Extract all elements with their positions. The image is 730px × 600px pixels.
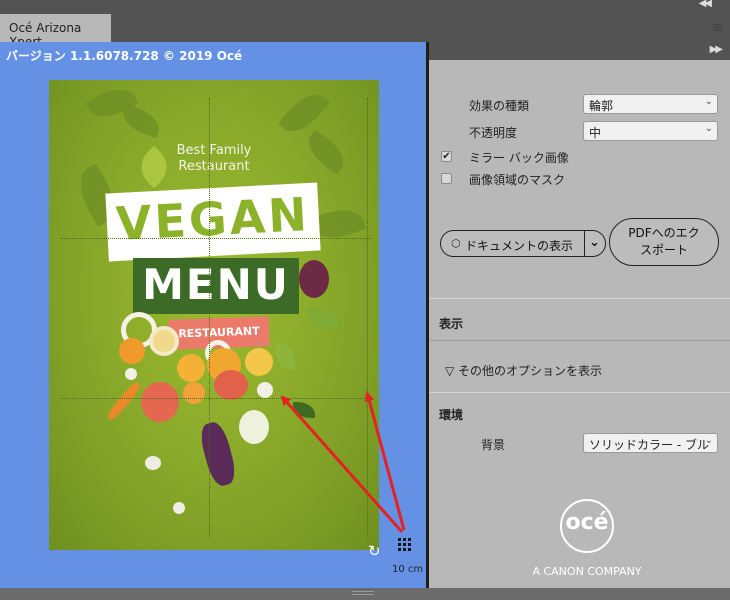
section-separator xyxy=(429,298,730,299)
double-chevron-right-icon[interactable]: ▶▶ xyxy=(710,44,723,55)
canon-company-tagline: A CANON COMPANY xyxy=(532,565,642,578)
window-top-bar: ◀◀ xyxy=(0,0,730,12)
section-separator xyxy=(429,392,730,393)
environment-section-title: 環境 xyxy=(439,408,464,422)
more-options-toggle[interactable]: ▽ その他のオプションを表示 xyxy=(445,362,602,379)
pdf-export-label-line2: スポート xyxy=(639,243,688,257)
preview-canvas[interactable]: バージョン 1.1.6078.728 © 2019 Océ Best Famil… xyxy=(0,42,426,588)
opacity-select[interactable]: 中 ⌄ xyxy=(583,121,718,141)
section-separator xyxy=(429,340,730,341)
tab-strip: Océ Arizona Xpert ≡ xyxy=(0,12,730,49)
oce-logo: océ xyxy=(560,499,614,553)
image-mask-label: 画像領域のマスク xyxy=(469,173,566,187)
opacity-value: 中 xyxy=(589,126,602,140)
show-document-label: ドキュメントの表示 xyxy=(465,239,574,253)
chevron-down-icon: ⌄ xyxy=(704,123,713,134)
effect-type-select[interactable]: 輪郭 ⌄ xyxy=(583,94,718,114)
pdf-export-label-line1: PDFへのエク xyxy=(628,226,700,240)
cube-icon: ⬡ xyxy=(451,237,461,250)
oce-logo-text: océ xyxy=(565,510,609,535)
hamburger-menu-icon[interactable]: ≡ xyxy=(711,18,724,36)
button-split xyxy=(584,231,585,256)
arrow-to-mushroom xyxy=(280,395,404,533)
tab-oce-arizona-xpert[interactable]: Océ Arizona Xpert xyxy=(0,14,111,49)
background-select[interactable]: ソリッドカラー - ブル ⌄ xyxy=(583,433,718,453)
effect-type-label: 効果の種類 xyxy=(469,99,530,113)
mirror-back-checkbox[interactable]: ✔ xyxy=(441,151,452,162)
effect-type-value: 輪郭 xyxy=(589,99,614,113)
status-bar xyxy=(0,588,730,600)
arrow-to-edge xyxy=(364,391,406,531)
opacity-label: 不透明度 xyxy=(469,126,518,140)
chevron-down-icon[interactable]: ⌄ xyxy=(589,235,600,250)
mirror-back-label: ミラー バック画像 xyxy=(469,151,569,165)
show-document-button[interactable]: ⬡ ドキュメントの表示 ⌄ xyxy=(440,230,606,257)
pdf-export-button[interactable]: PDFへのエク スポート xyxy=(609,218,719,266)
chevron-down-icon: ⌄ xyxy=(704,96,713,107)
annotation-arrows xyxy=(280,391,406,533)
display-section-title: 表示 xyxy=(439,317,464,331)
background-value: ソリッドカラー - ブル xyxy=(589,438,709,452)
resize-grip[interactable] xyxy=(352,591,374,595)
image-mask-checkbox[interactable] xyxy=(441,173,452,184)
background-label: 背景 xyxy=(481,438,506,452)
chevron-down-icon: ⌄ xyxy=(704,435,713,446)
double-chevron-left-icon[interactable]: ◀◀ xyxy=(699,0,712,9)
sidebar-header: ▶▶ xyxy=(429,42,730,60)
settings-sidebar: ▶▶ 効果の種類 輪郭 ⌄ 不透明度 中 ⌄ ✔ ミラー バック画像 画像領域の… xyxy=(429,42,730,588)
